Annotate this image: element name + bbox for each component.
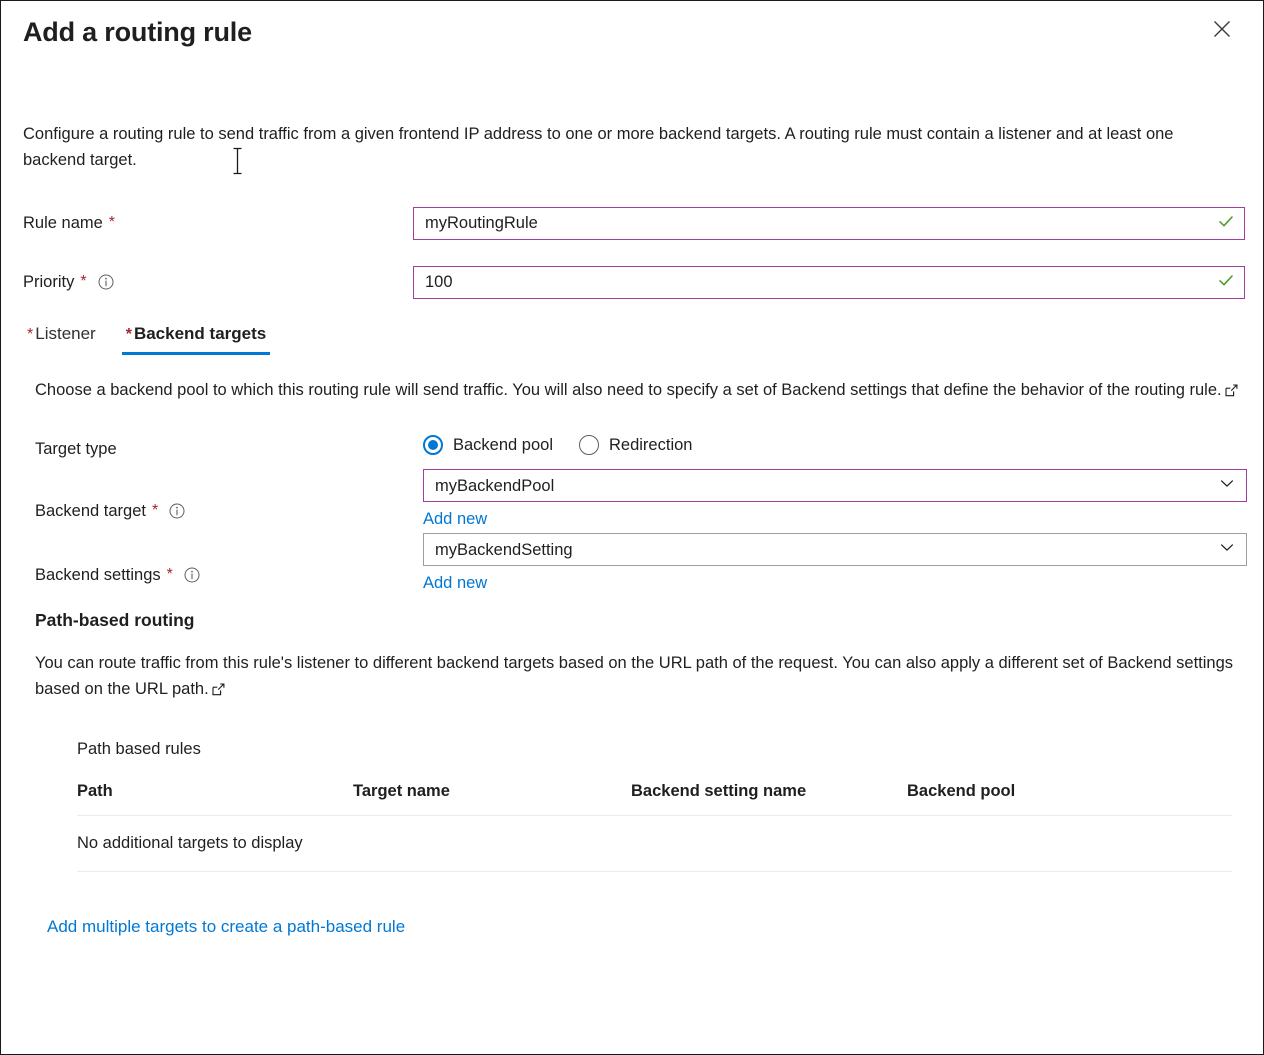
backend-target-row: Backend target * myBackendPool	[35, 469, 1241, 530]
priority-field-col	[413, 266, 1241, 299]
close-button[interactable]	[1205, 13, 1239, 47]
required-indicator: *	[152, 500, 158, 522]
radio-backend-pool[interactable]: Backend pool	[423, 435, 553, 455]
backend-settings-label-text: Backend settings	[35, 564, 161, 586]
backend-target-label-text: Backend target	[35, 500, 146, 522]
rule-name-label: Rule name *	[23, 207, 413, 234]
blade-body: Configure a routing rule to send traffic…	[1, 121, 1263, 937]
tab-backend-targets-label: Backend targets	[134, 324, 266, 343]
priority-label-text: Priority	[23, 271, 74, 293]
target-type-label-text: Target type	[35, 438, 117, 460]
target-type-row: Target type Backend pool Redirection	[35, 433, 1241, 460]
chevron-down-icon	[1219, 539, 1235, 560]
backend-targets-section: Choose a backend pool to which this rout…	[23, 377, 1241, 937]
blade-header: Add a routing rule	[1, 1, 1263, 65]
tab-strip: *Listener *Backend targets	[23, 321, 1241, 355]
radio-selected-icon	[423, 435, 443, 455]
backend-targets-description-text: Choose a backend pool to which this rout…	[35, 381, 1222, 399]
path-based-rules-table-block: Path based rules Path Target name Backen…	[77, 738, 1232, 872]
backend-target-field-col: myBackendPool Add new	[423, 469, 1241, 530]
backend-settings-label: Backend settings *	[35, 533, 423, 586]
backend-target-label: Backend target *	[35, 469, 423, 522]
tab-listener-label: Listener	[35, 324, 95, 343]
backend-target-add-new-link[interactable]: Add new	[423, 508, 487, 530]
info-icon[interactable]	[169, 503, 185, 519]
text-cursor-icon	[232, 147, 243, 175]
rule-name-input-wrap	[413, 207, 1245, 240]
column-header-backend-pool[interactable]: Backend pool	[907, 782, 1232, 816]
required-indicator: *	[80, 271, 86, 293]
radio-redirection-label: Redirection	[609, 436, 692, 455]
intro-description-text: Configure a routing rule to send traffic…	[23, 125, 1173, 169]
backend-target-value: myBackendPool	[435, 475, 554, 497]
radio-redirection[interactable]: Redirection	[579, 435, 692, 455]
backend-settings-field-col: myBackendSetting Add new	[423, 533, 1241, 594]
priority-input[interactable]	[413, 266, 1245, 299]
page-title: Add a routing rule	[23, 15, 1241, 49]
required-indicator: *	[27, 326, 33, 343]
target-type-radio-group: Backend pool Redirection	[423, 433, 1241, 455]
info-icon[interactable]	[184, 567, 200, 583]
backend-target-dropdown[interactable]: myBackendPool	[423, 469, 1247, 502]
priority-input-wrap	[413, 266, 1245, 299]
tab-backend-targets[interactable]: *Backend targets	[122, 321, 271, 355]
intro-description: Configure a routing rule to send traffic…	[23, 121, 1203, 173]
backend-settings-dropdown[interactable]: myBackendSetting	[423, 533, 1247, 566]
target-type-label: Target type	[35, 433, 423, 460]
priority-label: Priority *	[23, 266, 413, 293]
backend-settings-row: Backend settings * myBackendSetting	[35, 533, 1241, 594]
table-header-row: Path Target name Backend setting name Ba…	[77, 782, 1232, 816]
required-indicator: *	[109, 212, 115, 234]
add-routing-rule-blade: Add a routing rule Configure a routing r…	[0, 0, 1264, 1055]
radio-backend-pool-label: Backend pool	[453, 436, 553, 455]
path-based-rules-caption: Path based rules	[77, 738, 1232, 760]
tab-listener[interactable]: *Listener	[23, 321, 100, 355]
table-body: No additional targets to display	[77, 816, 1232, 872]
chevron-down-icon	[1219, 475, 1235, 496]
rule-name-input[interactable]	[413, 207, 1245, 240]
column-header-backend-setting-name[interactable]: Backend setting name	[631, 782, 907, 816]
backend-settings-add-new-link[interactable]: Add new	[423, 572, 487, 594]
external-link-icon[interactable]	[212, 678, 225, 704]
add-multiple-targets-link[interactable]: Add multiple targets to create a path-ba…	[47, 917, 405, 937]
path-based-rules-table: Path Target name Backend setting name Ba…	[77, 782, 1232, 872]
path-based-routing-description: You can route traffic from this rule's l…	[35, 650, 1241, 704]
priority-row: Priority *	[23, 266, 1241, 299]
required-indicator: *	[126, 326, 132, 343]
backend-settings-value: myBackendSetting	[435, 539, 573, 561]
table-header: Path Target name Backend setting name Ba…	[77, 782, 1232, 816]
external-link-icon[interactable]	[1225, 379, 1238, 405]
backend-targets-description: Choose a backend pool to which this rout…	[35, 377, 1241, 405]
path-based-routing-heading: Path-based routing	[35, 608, 1241, 632]
rule-name-label-text: Rule name	[23, 212, 103, 234]
info-icon[interactable]	[98, 274, 114, 290]
target-type-field-col: Backend pool Redirection	[423, 433, 1241, 455]
radio-unselected-icon	[579, 435, 599, 455]
column-header-target-name[interactable]: Target name	[353, 782, 631, 816]
close-icon	[1212, 19, 1232, 42]
empty-state-message: No additional targets to display	[77, 816, 1232, 872]
rule-name-field-col	[413, 207, 1241, 240]
column-header-path[interactable]: Path	[77, 782, 353, 816]
table-row-empty: No additional targets to display	[77, 816, 1232, 872]
rule-name-row: Rule name *	[23, 207, 1241, 240]
required-indicator: *	[167, 564, 173, 586]
